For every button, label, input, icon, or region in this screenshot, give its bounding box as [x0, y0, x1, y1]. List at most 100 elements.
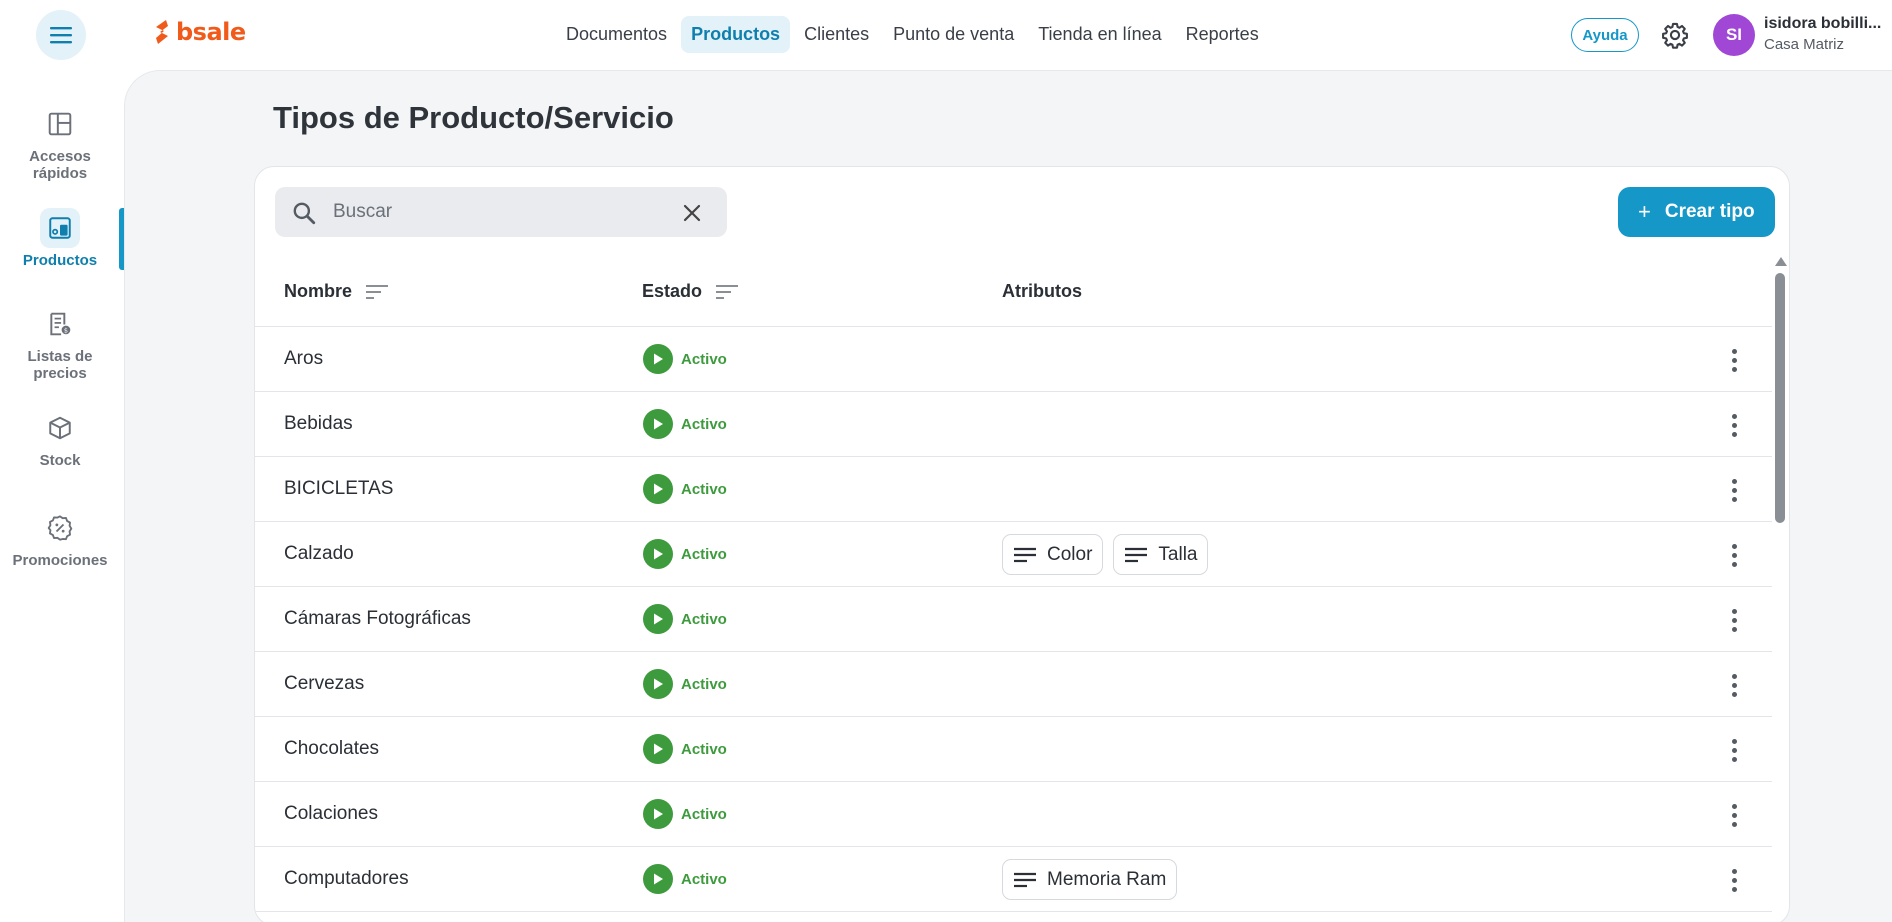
- status-text: Activo: [681, 610, 727, 628]
- close-icon: [683, 204, 701, 222]
- settings-button[interactable]: [1658, 18, 1692, 52]
- kebab-dot: [1731, 868, 1737, 874]
- status-dot: [643, 864, 673, 894]
- nav-tienda-en-linea[interactable]: Tienda en línea: [1028, 16, 1171, 53]
- list-icon: [1014, 547, 1036, 562]
- play-icon: [654, 873, 663, 885]
- kebab-dot: [1731, 821, 1737, 827]
- type-name: Calzado: [284, 543, 354, 564]
- play-icon: [654, 743, 663, 755]
- kebab-dot: [1731, 413, 1737, 419]
- row-actions-button[interactable]: [1722, 670, 1746, 700]
- row-actions-button[interactable]: [1722, 410, 1746, 440]
- page-title: Tipos de Producto/Servicio: [273, 100, 674, 135]
- clear-search-button[interactable]: [679, 200, 705, 226]
- kebab-dot: [1731, 496, 1737, 502]
- attribute-label: Talla: [1158, 543, 1198, 565]
- nav-documentos[interactable]: Documentos: [556, 16, 677, 53]
- gear-icon: [1662, 22, 1688, 49]
- status-badge: Activo: [643, 734, 727, 764]
- kebab-dot: [1731, 348, 1737, 354]
- price-list-icon: $: [50, 312, 71, 336]
- table-row[interactable]: Colaciones Activo: [255, 782, 1772, 847]
- table-row[interactable]: BICICLETAS Activo: [255, 457, 1772, 522]
- attribute-list: Memoria Ram: [1002, 859, 1178, 900]
- status-text: Activo: [681, 480, 727, 498]
- kebab-dot: [1731, 673, 1737, 679]
- create-type-label: Crear tipo: [1664, 201, 1755, 222]
- sidebar-item-stock[interactable]: Stock: [0, 408, 120, 469]
- status-text: Activo: [681, 675, 727, 693]
- search-box: [275, 187, 727, 237]
- table-row[interactable]: Cervezas Activo: [255, 652, 1772, 717]
- kebab-dot: [1731, 756, 1737, 762]
- status-badge: Activo: [643, 669, 727, 699]
- logo-text: bsale: [176, 18, 246, 46]
- sidebar-item-label: Promociones: [12, 552, 108, 569]
- status-dot: [643, 604, 673, 634]
- row-actions-button[interactable]: [1722, 345, 1746, 375]
- nav-productos[interactable]: Productos: [681, 15, 791, 53]
- scroll-thumb[interactable]: [1775, 273, 1785, 523]
- row-actions-button[interactable]: [1722, 540, 1746, 570]
- create-type-button[interactable]: + Crear tipo: [1618, 187, 1775, 237]
- column-label: Estado: [642, 281, 703, 301]
- table-row[interactable]: Aros Activo: [255, 327, 1772, 392]
- nav-punto-de-venta[interactable]: Punto de venta: [883, 16, 1024, 53]
- discount-icon: [47, 515, 73, 541]
- attribute-label: Color: [1047, 543, 1093, 565]
- kebab-dot: [1731, 478, 1737, 484]
- product-types-card: + Crear tipo Nombre Estado: [254, 166, 1790, 922]
- table-scrollbar[interactable]: [1774, 257, 1787, 922]
- list-icon: [1125, 547, 1148, 562]
- box-icon: [49, 416, 71, 440]
- sidebar-item-accesos-rapidos[interactable]: Accesos rápidos: [0, 104, 120, 182]
- search-input[interactable]: [333, 187, 653, 237]
- sidebar-item-productos[interactable]: Productos: [0, 208, 120, 269]
- row-actions-button[interactable]: [1722, 475, 1746, 505]
- user-avatar[interactable]: SI: [1713, 14, 1755, 56]
- sort-icon[interactable]: [364, 282, 390, 302]
- table-row[interactable]: Calzado Activo Color Talla: [255, 522, 1772, 587]
- nav-clientes[interactable]: Clientes: [794, 16, 879, 53]
- sort-icon[interactable]: [714, 282, 740, 302]
- table-row[interactable]: Bebidas Activo: [255, 392, 1772, 457]
- row-actions-button[interactable]: [1722, 865, 1746, 895]
- type-name: Chocolates: [284, 738, 380, 759]
- play-icon: [654, 418, 663, 430]
- scroll-up-arrow-icon[interactable]: [1775, 257, 1787, 266]
- status-text: Activo: [681, 870, 727, 888]
- kebab-dot: [1731, 487, 1737, 493]
- table-row[interactable]: Computadores Activo Memoria Ram: [255, 847, 1772, 912]
- table-row[interactable]: Cámaras Fotográficas Activo: [255, 587, 1772, 652]
- type-name: Bebidas: [284, 413, 353, 434]
- kebab-dot: [1731, 626, 1737, 632]
- nav-reportes[interactable]: Reportes: [1176, 16, 1269, 53]
- top-bar: bsale Documentos Productos Clientes Punt…: [0, 0, 1892, 70]
- table-row[interactable]: Chocolates Activo: [255, 717, 1772, 782]
- status-dot: [643, 409, 673, 439]
- status-text: Activo: [681, 805, 727, 823]
- sidebar-item-listas-de-precios[interactable]: $ Listas de precios: [0, 304, 120, 382]
- sidebar-item-label: Stock: [39, 452, 81, 469]
- play-icon: [654, 483, 663, 495]
- status-dot: [643, 799, 673, 829]
- row-actions-button[interactable]: [1722, 605, 1746, 635]
- kebab-dot: [1731, 561, 1737, 567]
- sidebar-item-label: Accesos rápidos: [29, 148, 91, 182]
- hamburger-menu-button[interactable]: [36, 10, 86, 60]
- row-actions-button[interactable]: [1722, 800, 1746, 830]
- column-label: Atributos: [1002, 281, 1082, 301]
- help-button[interactable]: Ayuda: [1571, 18, 1639, 52]
- status-badge: Activo: [643, 474, 727, 504]
- kebab-dot: [1731, 738, 1737, 744]
- search-icon: [293, 202, 316, 225]
- table-body: Aros Activo Bebidas Activo BICICLETAS Activo C…: [255, 327, 1772, 912]
- type-name: Colaciones: [284, 803, 378, 824]
- user-name[interactable]: isidora bobilli...: [1764, 15, 1888, 33]
- row-actions-button[interactable]: [1722, 735, 1746, 765]
- type-name: Cámaras Fotográficas: [284, 608, 471, 629]
- user-branch: Casa Matriz: [1764, 36, 1845, 53]
- sidebar-item-promociones[interactable]: Promociones: [0, 508, 120, 569]
- bsale-logo[interactable]: bsale: [152, 18, 246, 46]
